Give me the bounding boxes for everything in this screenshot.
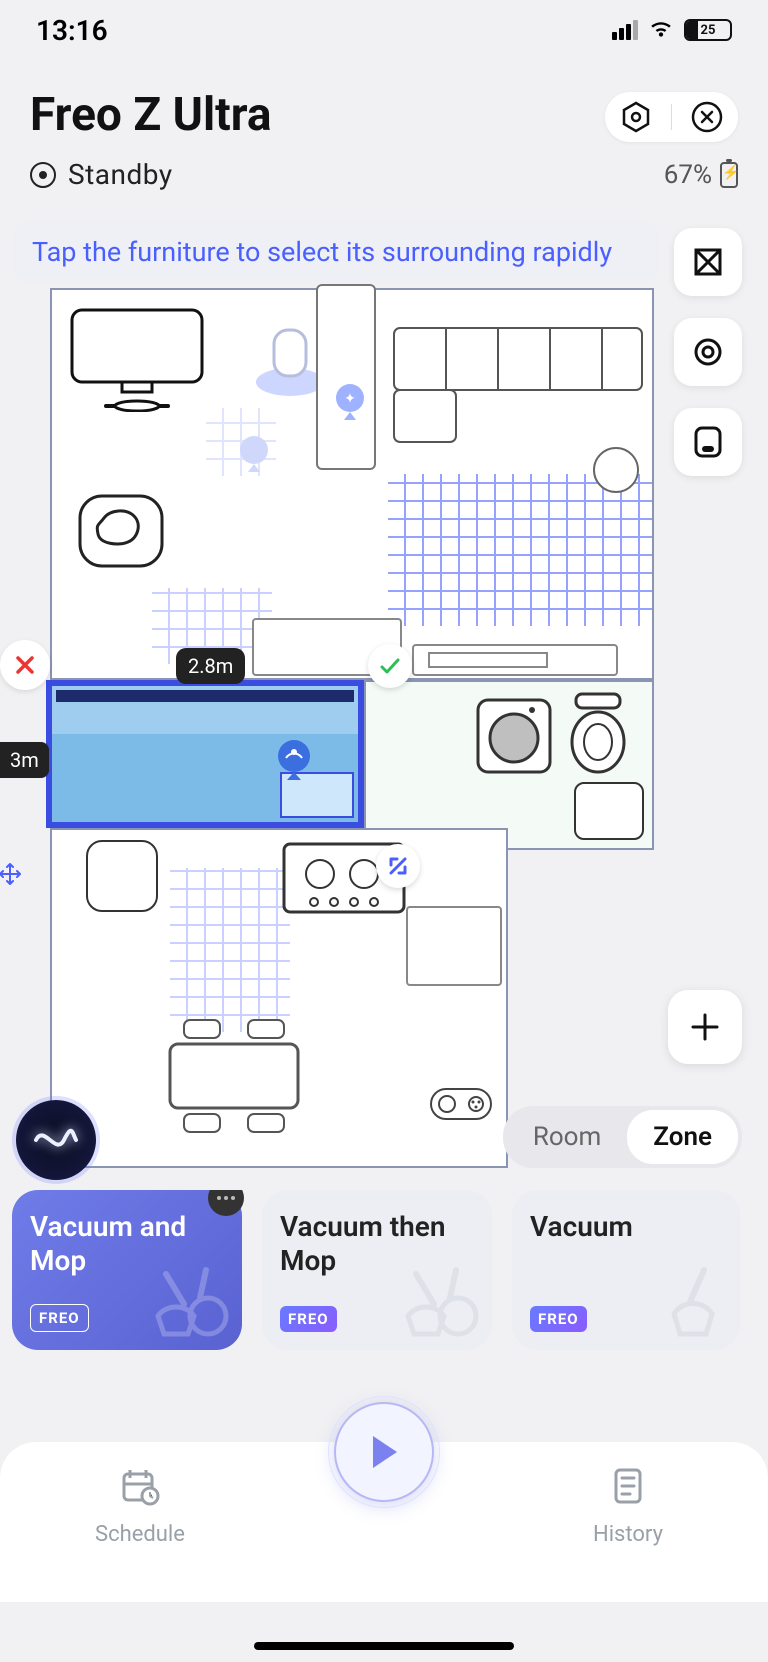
battery-status-icon: 25 — [684, 19, 732, 41]
history-label: History — [528, 1522, 728, 1547]
furniture-fridge[interactable] — [86, 840, 158, 912]
furniture-washer[interactable] — [474, 696, 554, 776]
obstacle-pin-icon[interactable] — [236, 434, 272, 474]
status-indicator-icon — [30, 162, 56, 188]
resize-handle[interactable] — [376, 844, 420, 888]
header: Freo Z Ultra Standby 67% — [30, 88, 738, 191]
mode-card-vacuum-then-mop[interactable]: Vacuum then Mop FREO — [262, 1190, 492, 1350]
tip-banner: Tap the furniture to select its surround… — [14, 222, 658, 282]
furniture-sink[interactable] — [574, 782, 644, 840]
furniture-sofa[interactable] — [390, 324, 646, 448]
map-detail-toggle[interactable] — [430, 1088, 492, 1120]
mode-card-vacuum[interactable]: Vacuum FREO — [512, 1190, 740, 1350]
add-zone-button[interactable] — [668, 990, 742, 1064]
obstacle-tag-icon[interactable]: ✦ — [332, 382, 368, 422]
furniture-island[interactable] — [406, 906, 502, 986]
robot-battery: 67% — [664, 160, 738, 190]
robot-battery-text: 67% — [664, 160, 712, 190]
close-button[interactable] — [690, 100, 724, 134]
cellular-signal-icon — [612, 20, 638, 40]
furniture-cabinet[interactable] — [316, 284, 376, 470]
freo-chip: FREO — [280, 1306, 337, 1332]
locate-robot-button[interactable] — [674, 318, 742, 386]
broom-mop-icon — [396, 1264, 482, 1344]
freo-chip: FREO — [30, 1304, 89, 1332]
robot-orb-button[interactable] — [16, 1100, 96, 1180]
furniture-shelf[interactable] — [412, 644, 618, 676]
status-time: 13:16 — [36, 14, 108, 47]
map-layers-button[interactable] — [674, 228, 742, 296]
mode-strip[interactable]: Vacuum and Mop FREO Vacuum then Mop FREO… — [12, 1190, 768, 1350]
furniture-table[interactable] — [150, 1016, 318, 1136]
furniture-tv[interactable] — [68, 306, 206, 412]
furniture-pet-bed[interactable] — [76, 492, 166, 570]
cancel-zone-button[interactable] — [0, 640, 50, 690]
home-indicator — [254, 1642, 514, 1650]
settings-hex-button[interactable] — [619, 100, 653, 134]
broom-mop-icon — [146, 1264, 232, 1344]
mode-title: Vacuum — [530, 1210, 700, 1244]
zone-toggle-option[interactable]: Zone — [627, 1110, 738, 1164]
status-bar: 13:16 25 — [0, 0, 768, 60]
furniture-lamp[interactable] — [590, 444, 642, 496]
svg-text:✦: ✦ — [344, 391, 356, 407]
floor-map[interactable]: ✦ — [50, 288, 670, 1168]
carpet-area — [388, 474, 652, 626]
mode-card-vacuum-and-mop[interactable]: Vacuum and Mop FREO — [12, 1190, 242, 1350]
header-actions — [605, 92, 738, 142]
obstacle-pin-icon[interactable] — [274, 738, 314, 786]
status-label: Standby — [68, 158, 173, 191]
furniture-toilet[interactable] — [566, 690, 630, 778]
room-toggle-option[interactable]: Room — [507, 1110, 627, 1164]
wifi-icon — [648, 18, 674, 42]
dock-button[interactable] — [674, 408, 742, 476]
schedule-tab[interactable]: Schedule — [40, 1464, 240, 1547]
carpet-area — [170, 868, 290, 1032]
start-button[interactable] — [334, 1402, 434, 1502]
move-handle[interactable] — [0, 862, 22, 886]
zone-width-badge: 2.8m — [176, 648, 245, 684]
room-zone-toggle[interactable]: Room Zone — [503, 1106, 742, 1168]
history-tab[interactable]: History — [528, 1464, 728, 1547]
selected-zone[interactable] — [46, 680, 364, 828]
freo-chip: FREO — [530, 1306, 587, 1332]
bottom-bar: Schedule History — [0, 1402, 768, 1602]
battery-charging-icon — [720, 162, 738, 188]
confirm-zone-button[interactable] — [368, 644, 412, 688]
zone-height-badge: 3m — [0, 742, 49, 778]
more-options-button[interactable] — [208, 1190, 244, 1216]
schedule-label: Schedule — [40, 1522, 240, 1547]
broom-icon — [660, 1264, 730, 1344]
